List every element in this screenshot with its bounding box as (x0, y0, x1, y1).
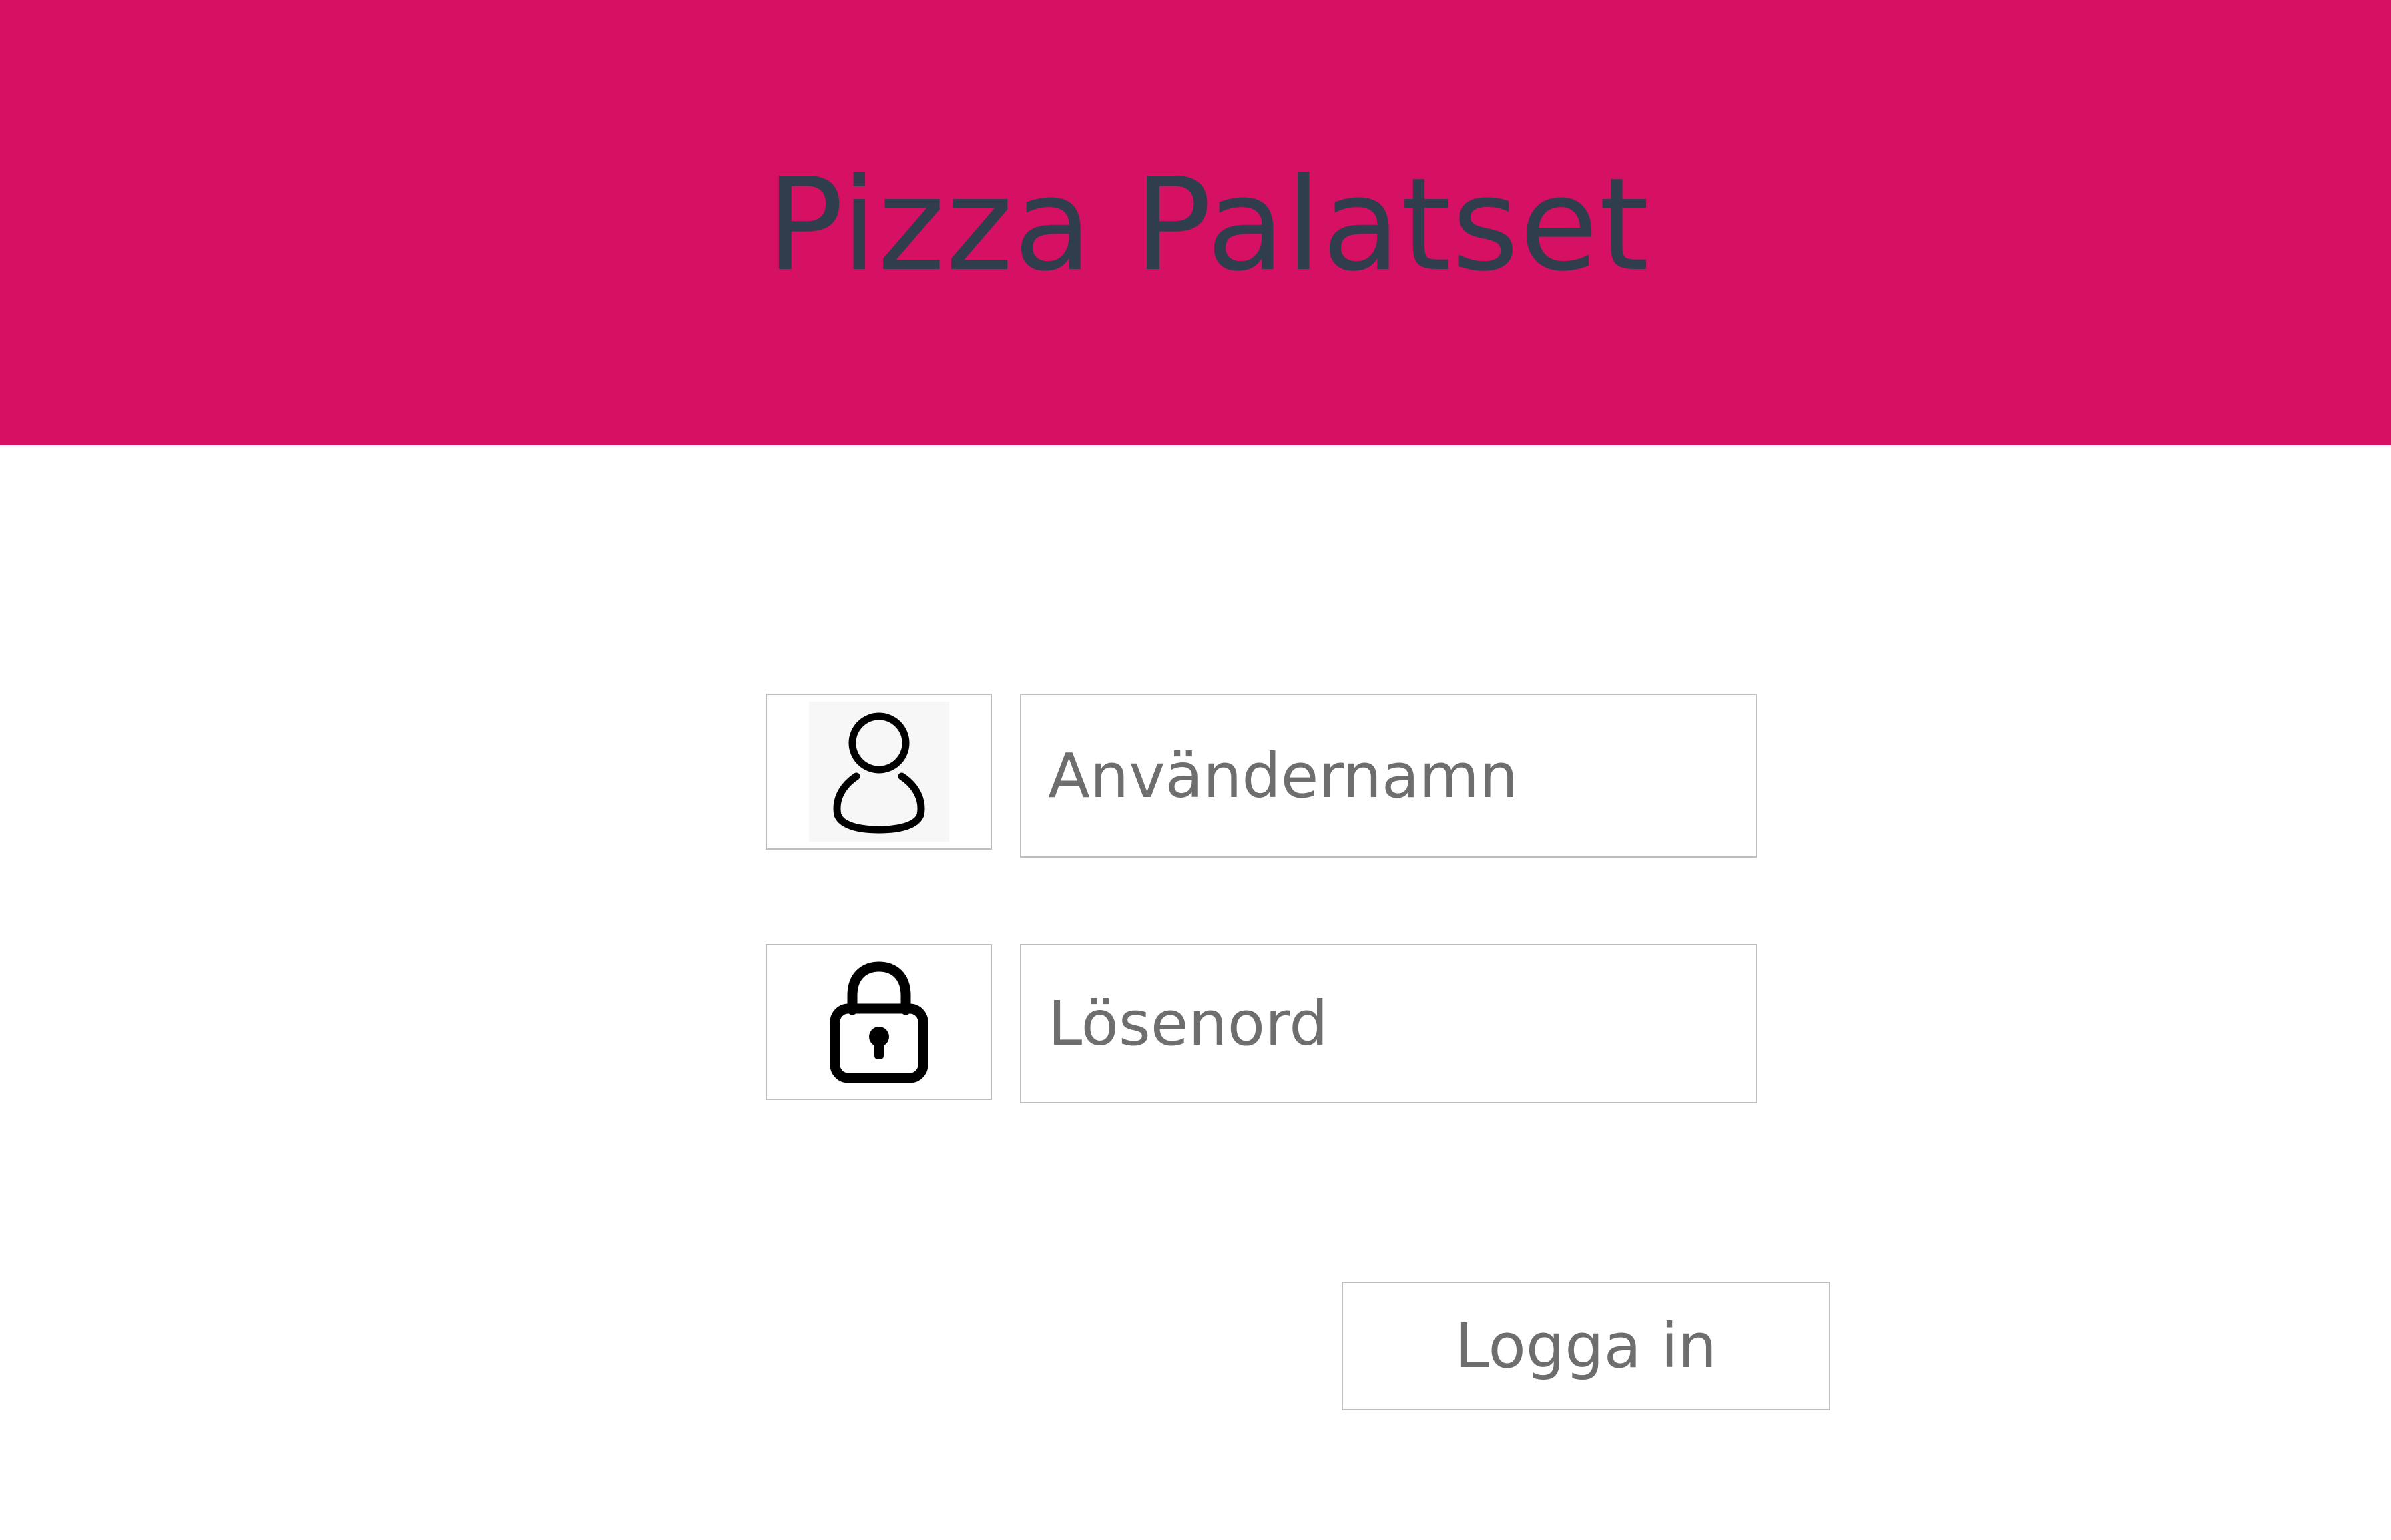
password-icon-box (766, 944, 992, 1100)
username-icon-box (766, 694, 992, 850)
app-title: Pizza Palatset (766, 151, 1650, 300)
login-page: Pizza Palatset Logga in (0, 0, 2391, 1540)
username-input[interactable] (1020, 694, 1757, 858)
login-button[interactable]: Logga in (1342, 1282, 1830, 1410)
lock-icon (830, 961, 928, 1083)
password-input[interactable] (1020, 944, 1757, 1103)
header-banner: Pizza Palatset (0, 0, 2391, 445)
user-icon (808, 702, 949, 842)
